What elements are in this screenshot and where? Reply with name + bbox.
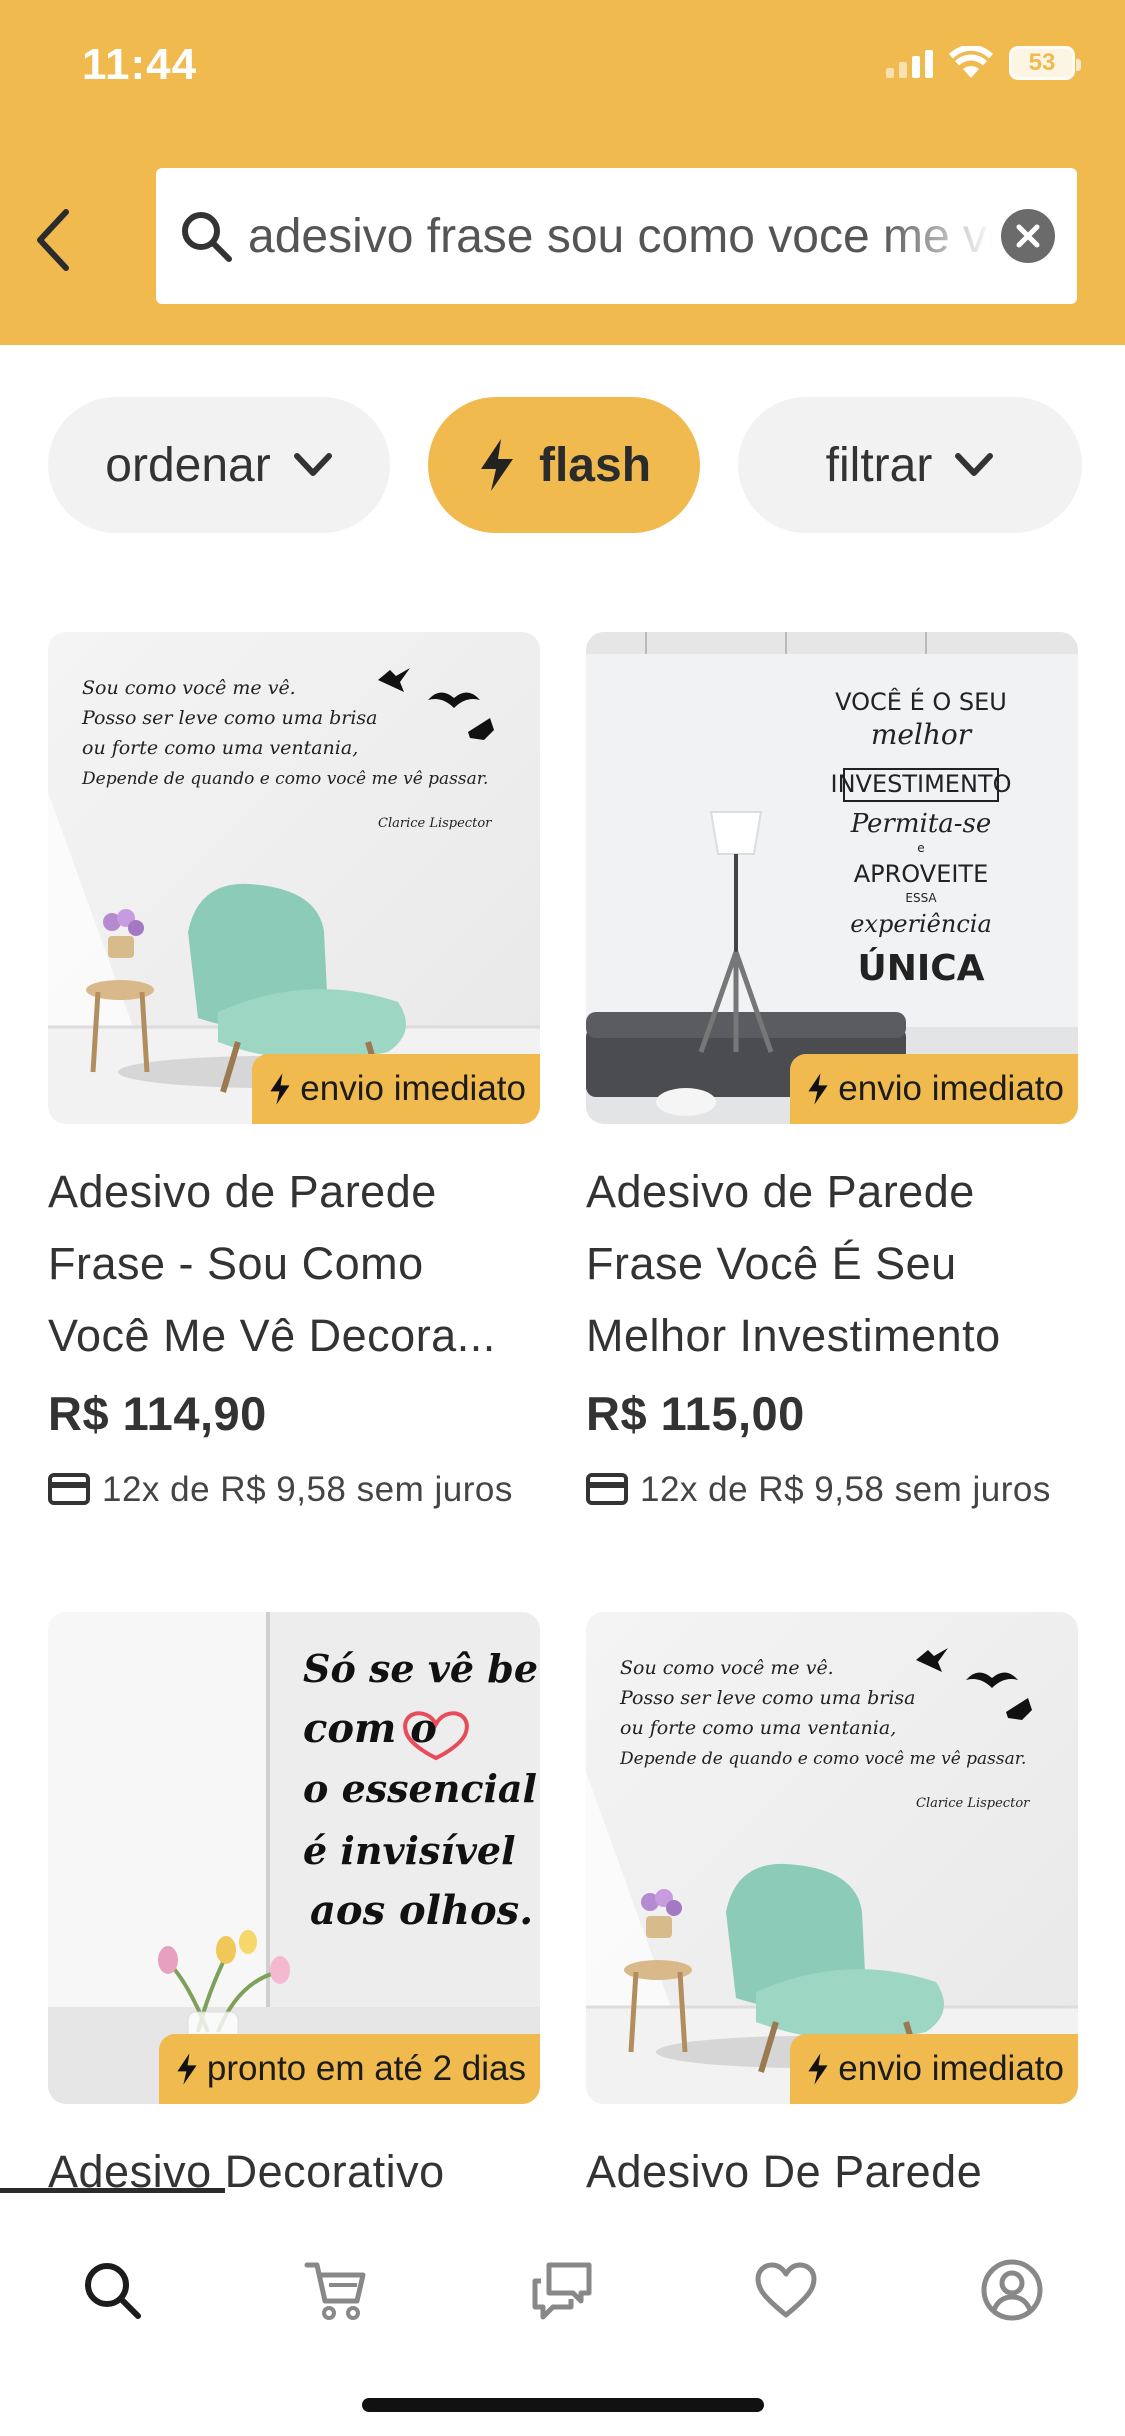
product-title-line: Frase Você É Seu (586, 1238, 957, 1289)
profile-icon (981, 2259, 1043, 2321)
home-indicator (362, 2398, 764, 2412)
battery-icon: 53 (1009, 46, 1081, 80)
installment-text: 12x de R$ 9,58 sem juros (102, 1470, 513, 1509)
top-bar: 11:44 53 adesivo frase sou como voce me … (0, 0, 1125, 345)
product-title-line: Você Me Vê Decora... (48, 1310, 496, 1361)
shipping-badge: pronto em até 2 dias (158, 2034, 540, 2104)
search-icon (85, 2263, 141, 2319)
product-title-line: Frase - Sou Como (48, 1238, 424, 1289)
badge-label: envio imediato (838, 2049, 1064, 2088)
wall-quote-line: Sou como você me vê. (82, 677, 296, 699)
product-title[interactable]: Adesivo De Parede (586, 2136, 1078, 2208)
wall-quote-line: Depende de quando e como você me vê pass… (619, 1749, 1026, 1769)
badge-label: envio imediato (300, 1069, 526, 1108)
search-input[interactable]: adesivo frase sou como voce me ve (248, 209, 993, 264)
wall-quote-line: VOCÊ É O SEU (835, 687, 1007, 716)
chevron-down-icon (293, 453, 332, 476)
tab-search[interactable] (72, 2250, 152, 2330)
product-title-line: Adesivo De Parede (586, 2146, 983, 2197)
chevron-down-icon (955, 453, 994, 476)
credit-card-icon (48, 1473, 90, 1505)
wall-quote-author: Clarice Lispector (378, 816, 492, 831)
lightning-icon (177, 2053, 197, 2085)
wall-quote-line: Sou como você me vê. (620, 1657, 834, 1679)
shipping-badge: envio imediato (790, 2034, 1078, 2104)
lightning-icon (270, 1073, 290, 1105)
lightning-icon (808, 2053, 828, 2085)
wall-quote-line: ou forte como uma ventania, (620, 1717, 896, 1739)
tab-favorites[interactable] (746, 2250, 826, 2330)
product-price: R$ 114,90 (48, 1387, 267, 1440)
status-time: 11:44 (82, 40, 198, 89)
chat-icon (532, 2262, 592, 2320)
wall-quote-line: experiência (850, 910, 992, 938)
tab-profile[interactable] (972, 2250, 1052, 2330)
product-title-line: Adesivo de Parede (586, 1166, 975, 1217)
credit-card-icon (586, 1473, 628, 1505)
signal-icon (886, 48, 933, 78)
wall-quote-line: ÚNICA (857, 947, 984, 989)
status-icons: 53 (886, 46, 1081, 80)
wall-quote-line: Só se vê bem (303, 1646, 540, 1691)
search-icon (176, 206, 236, 266)
shipping-badge: envio imediato (252, 1054, 540, 1124)
product-image[interactable]: Sou como você me vê. Posso ser leve como… (586, 1612, 1078, 2104)
wall-quote-line: ESSA (905, 891, 937, 905)
filter-chips: ordenar flash filtrar (48, 397, 1082, 533)
shipping-badge: envio imediato (790, 1054, 1078, 1124)
product-title[interactable]: Adesivo Decorativo (48, 2136, 540, 2208)
badge-label: envio imediato (838, 1069, 1064, 1108)
sort-button[interactable]: ordenar (48, 397, 390, 533)
cart-icon (304, 2262, 366, 2320)
product-card[interactable]: Sou como você me vê. Posso ser leve como… (586, 1612, 1078, 2208)
product-image[interactable]: VOCÊ É O SEU melhor INVESTIMENTO Permita… (586, 632, 1078, 1124)
product-card[interactable]: VOCÊ É O SEU melhor INVESTIMENTO Permita… (586, 632, 1078, 1513)
tab-cart[interactable] (296, 2250, 376, 2330)
wall-quote-line: o essencial (303, 1766, 537, 1811)
flash-label: flash (538, 438, 652, 492)
wall-quote-line: aos olhos. (310, 1887, 533, 1934)
product-title[interactable]: Adesivo de Parede Frase Você É Seu Melho… (586, 1156, 1078, 1372)
wall-quote-line: Posso ser leve como uma brisa (619, 1687, 915, 1709)
installment-text: 12x de R$ 9,58 sem juros (640, 1470, 1051, 1509)
product-price: R$ 115,00 (586, 1387, 805, 1440)
filter-label: filtrar (825, 438, 933, 492)
sort-label: ordenar (105, 438, 271, 492)
product-title-line: Melhor Investimento (586, 1310, 1001, 1361)
back-button[interactable] (22, 200, 82, 280)
search-field[interactable]: adesivo frase sou como voce me ve (156, 168, 1077, 304)
flash-filter-button[interactable]: flash (428, 397, 700, 533)
active-tab-indicator (0, 2188, 225, 2193)
installment-info: 12x de R$ 9,58 sem juros (586, 1467, 1078, 1513)
installment-info: 12x de R$ 9,58 sem juros (48, 1467, 540, 1513)
wall-quote-author: Clarice Lispector (916, 1796, 1030, 1811)
clear-search-icon[interactable] (1001, 209, 1055, 263)
wall-quote-line: ou forte como uma ventania, (82, 737, 358, 759)
wall-quote-line: INVESTIMENTO (831, 770, 1012, 798)
product-title-line: Adesivo de Parede (48, 1166, 437, 1217)
wall-quote-line: Permita-se (850, 809, 992, 839)
tab-chat[interactable] (522, 2250, 602, 2330)
wall-quote-line: Depende de quando e como você me vê pass… (81, 769, 488, 789)
wall-quote-line: e (917, 841, 924, 855)
product-title[interactable]: Adesivo de Parede Frase - Sou Como Você … (48, 1156, 540, 1372)
wifi-icon (949, 46, 993, 78)
product-card[interactable]: Sou como você me vê. Posso ser leve como… (48, 632, 540, 1513)
product-card[interactable]: Só se vê bem com o o essencial é invisív… (48, 1612, 540, 2208)
wall-quote-line: Posso ser leve como uma brisa (81, 707, 377, 729)
heart-icon (755, 2262, 817, 2318)
wall-quote-line: APROVEITE (854, 860, 989, 888)
wall-quote-line: melhor (871, 718, 973, 751)
wall-quote-line: é invisível (303, 1828, 516, 1873)
product-image[interactable]: Só se vê bem com o o essencial é invisív… (48, 1612, 540, 2104)
filter-button[interactable]: filtrar (738, 397, 1082, 533)
badge-label: pronto em até 2 dias (206, 2049, 526, 2088)
lightning-icon (808, 1073, 828, 1105)
product-title-line: Adesivo Decorativo (48, 2146, 445, 2197)
product-image[interactable]: Sou como você me vê. Posso ser leve como… (48, 632, 540, 1124)
lightning-icon (480, 439, 513, 491)
chevron-left-icon (37, 209, 69, 271)
